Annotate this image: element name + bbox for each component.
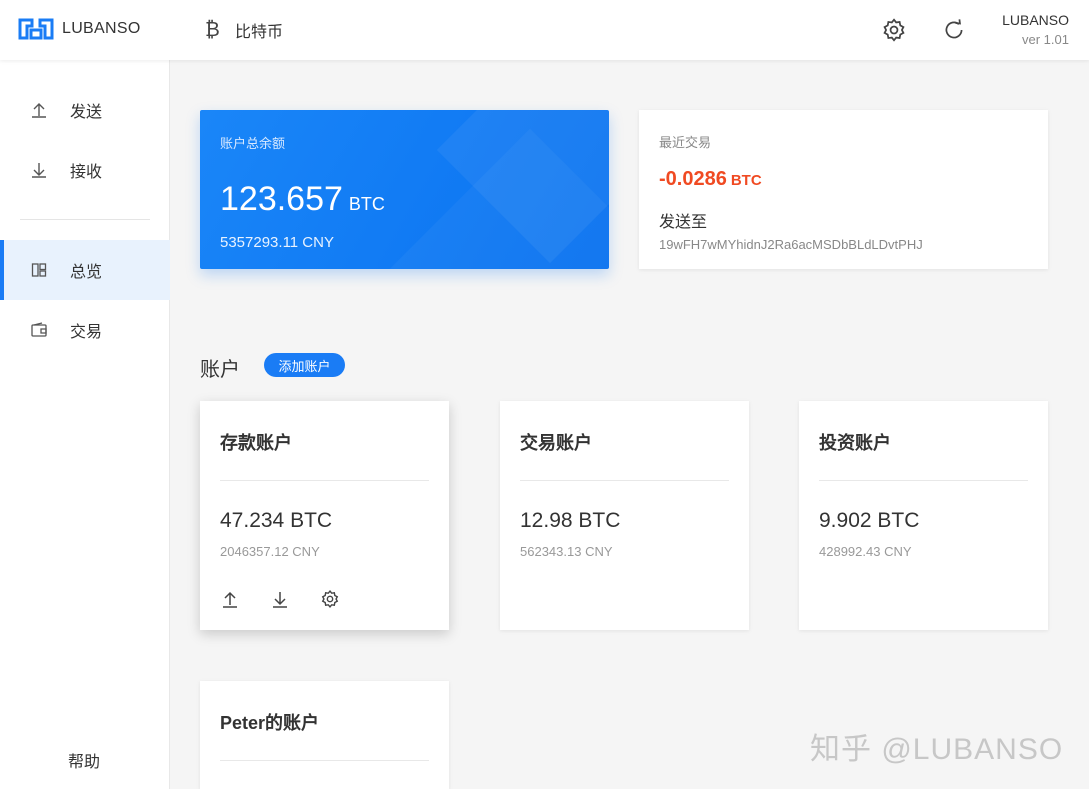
account-cny-balance: 428992.43 CNY [819, 544, 912, 559]
gear-icon[interactable] [320, 589, 340, 609]
account-card-savings[interactable]: 存款账户 47.234 BTC 2046357.12 CNY [200, 401, 449, 630]
sidebar-item-label: 接收 [70, 164, 103, 181]
coin-name: 比特币 [235, 24, 284, 41]
wallet-icon [30, 321, 48, 339]
gear-icon[interactable] [881, 17, 907, 43]
download-icon [30, 161, 48, 179]
brand-logo[interactable]: LUBANSO [18, 18, 141, 40]
total-balance-cny: 5357293.11 CNY [220, 234, 334, 251]
account-card-investment[interactable]: 投资账户 9.902 BTC 428992.43 CNY [799, 401, 1048, 630]
recent-transaction-amount: -0.0286 BTC [659, 168, 762, 191]
refresh-icon[interactable] [941, 17, 967, 43]
account-name: 投资账户 [819, 433, 891, 453]
accounts-title: 账户 [200, 359, 240, 381]
sidebar: 发送 接收 总览 交易 帮助 [0, 60, 170, 789]
account-divider [220, 480, 429, 481]
watermark: 知乎 @LUBANSO [810, 733, 1064, 766]
account-name: 交易账户 [520, 433, 592, 453]
bitcoin-icon: ₿ [205, 18, 220, 41]
recipient-address: 19wFH7wMYhidnJ2Ra6acMSDbBLdLDvtPHJ [659, 237, 923, 252]
account-name: Peter的账户 [220, 713, 320, 733]
top-bar: LUBANSO ₿ 比特币 LUBANSO ver 1.01 [0, 0, 1089, 60]
upload-icon[interactable] [220, 589, 240, 609]
brand-right-name: LUBANSO [1002, 12, 1069, 28]
sidebar-item-label: 发送 [70, 104, 103, 121]
account-divider [819, 480, 1028, 481]
brand-name: LUBANSO [62, 20, 141, 37]
account-name: 存款账户 [220, 433, 292, 453]
account-btc-balance: 9.902 BTC [819, 509, 920, 532]
sidebar-item-send[interactable]: 发送 [0, 80, 170, 140]
upload-icon [30, 101, 48, 119]
account-btc-balance: 12.98 BTC [520, 509, 621, 532]
logo-icon [18, 18, 54, 40]
total-balance-amount: 123.657 BTC [220, 180, 385, 219]
download-icon[interactable] [270, 589, 290, 609]
add-account-button[interactable]: 添加账户 [264, 353, 345, 377]
account-card-trading[interactable]: 交易账户 12.98 BTC 562343.13 CNY [500, 401, 749, 630]
account-card-peter[interactable]: Peter的账户 [200, 681, 449, 789]
sidebar-divider [20, 219, 150, 220]
recent-amount-value: -0.0286 [659, 168, 727, 190]
account-actions [220, 589, 370, 609]
account-btc-balance: 47.234 BTC [220, 509, 333, 532]
sidebar-item-transactions[interactable]: 交易 [0, 300, 170, 360]
version-label: ver 1.01 [1022, 32, 1069, 47]
sidebar-item-receive[interactable]: 接收 [0, 140, 170, 200]
total-balance-card: 账户总余额 123.657 BTC 5357293.11 CNY [200, 110, 609, 269]
sidebar-item-overview[interactable]: 总览 [0, 240, 170, 300]
send-to-label: 发送至 [659, 214, 708, 231]
recent-amount-unit: BTC [730, 172, 762, 189]
total-balance-unit: BTC [348, 194, 385, 214]
coin-selector[interactable]: ₿ 比特币 [205, 18, 283, 42]
sidebar-item-label: 总览 [70, 264, 103, 281]
total-balance-label: 账户总余额 [220, 136, 286, 151]
account-divider [520, 480, 729, 481]
account-cny-balance: 562343.13 CNY [520, 544, 613, 559]
sidebar-item-label: 交易 [70, 324, 103, 341]
version-info: LUBANSO ver 1.01 [1002, 12, 1069, 47]
overview-icon [30, 261, 48, 279]
recent-transaction-label: 最近交易 [659, 135, 712, 150]
total-balance-value: 123.657 [220, 180, 343, 218]
account-divider [220, 760, 429, 761]
recent-transaction-card[interactable]: 最近交易 -0.0286 BTC 发送至 19wFH7wMYhidnJ2Ra6ac… [639, 110, 1048, 269]
help-link[interactable]: 帮助 [68, 748, 100, 772]
account-cny-balance: 2046357.12 CNY [220, 544, 320, 559]
